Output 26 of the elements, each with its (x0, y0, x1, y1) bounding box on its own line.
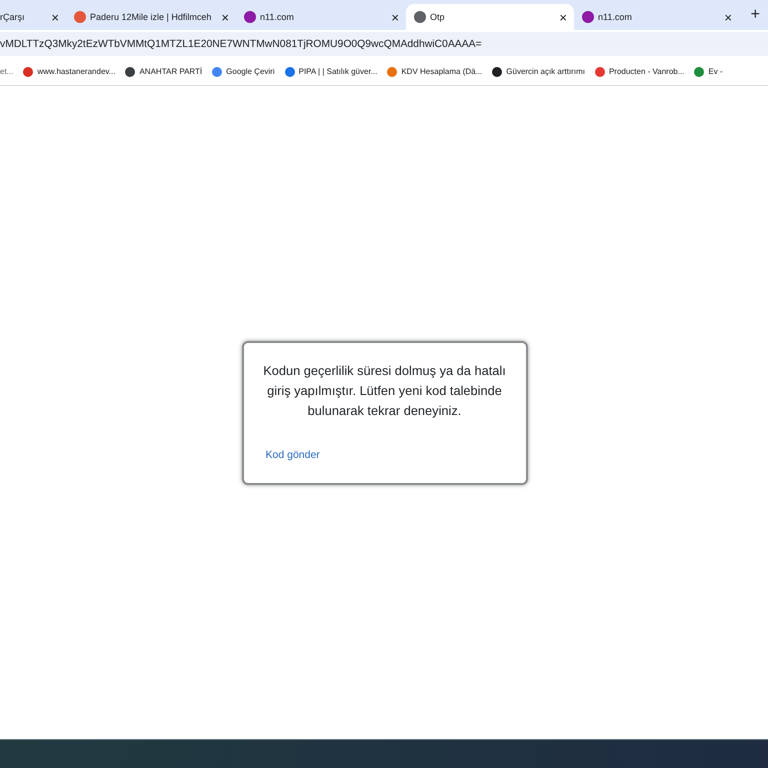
address-field[interactable]: vMDLTTzQ3Mky2tEzWTbVMMtQ1MTZL1E20NE7WNTMwN081TjROMU9O0Q9wcQMAddhwiC0AAAA= (0, 32, 768, 56)
error-message: Kodun geçerlilik süresi dolmuş ya da hatalı giriş yapılmıştır. Lütfen yeni kod talebinde bulunarak tekrar deneyiniz. (262, 362, 507, 420)
bookmark-link[interactable]: www.hastanerandev... (37, 67, 116, 76)
close-icon[interactable]: × (219, 10, 231, 24)
bookmark-link[interactable]: Google Çeviri (226, 67, 275, 76)
close-icon[interactable]: × (49, 10, 61, 24)
resend-code-link[interactable]: Kod gönder (266, 448, 320, 460)
bookmark-link[interactable]: Producten - Vanrob... (608, 67, 684, 76)
new-tab-button[interactable]: + (742, 6, 768, 24)
browser-tab[interactable]: n11.com × (574, 4, 739, 30)
site-icon (582, 11, 594, 23)
close-icon[interactable]: × (389, 10, 401, 24)
browser-tab[interactable]: Paderu 12Mile izle | Hdfilmceh × (66, 4, 236, 30)
close-icon[interactable]: × (722, 10, 734, 24)
browser-tab[interactable]: n11.com × (236, 4, 406, 30)
browser-tab[interactable]: rÇarşı × (0, 4, 66, 30)
browser-tab[interactable]: Otp × (406, 4, 574, 30)
bookmark-link[interactable]: Ev - (708, 67, 723, 76)
site-icon (74, 11, 86, 23)
close-icon[interactable]: × (557, 10, 569, 24)
bookmark-link[interactable]: et... (0, 67, 14, 76)
bookmark-link[interactable]: Güvercin açık arttırımı (506, 67, 585, 76)
bookmark-link[interactable]: ANAHTAR PARTİ (139, 67, 202, 76)
site-icon (244, 11, 256, 23)
bookmark-link[interactable]: KDV Hesaplama (Dä... (401, 67, 482, 76)
bookmark-link[interactable]: PIPA | | Satılık güver... (298, 67, 378, 76)
